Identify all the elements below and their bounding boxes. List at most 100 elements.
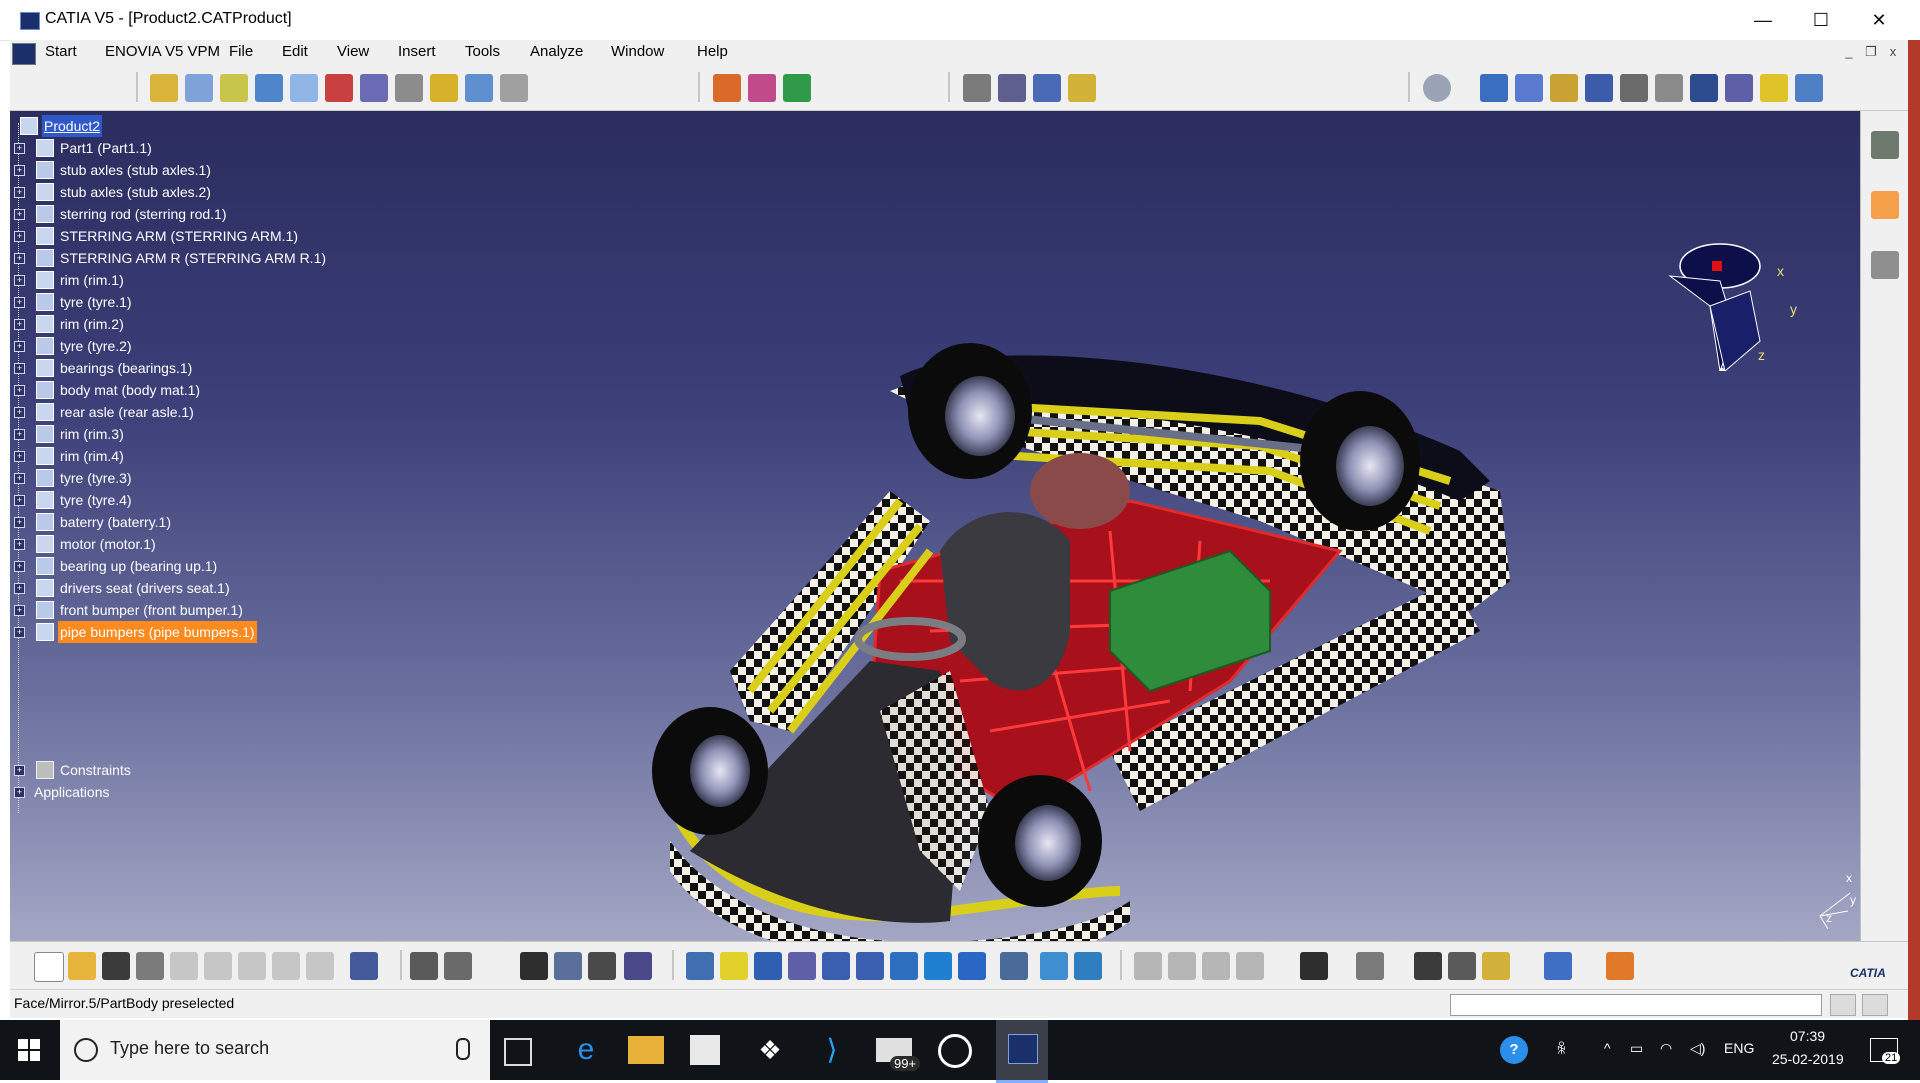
- zoom-out-icon[interactable]: [856, 952, 884, 980]
- command-history-button[interactable]: [1862, 994, 1888, 1016]
- update-all-icon[interactable]: [1423, 74, 1451, 102]
- people-icon[interactable]: ꆜ: [1556, 1040, 1567, 1058]
- minimize-button[interactable]: —: [1734, 0, 1792, 40]
- sectioning-icon[interactable]: [1448, 952, 1476, 980]
- law-icon[interactable]: [588, 952, 616, 980]
- existing-component-icon[interactable]: [255, 74, 283, 102]
- normal-view-icon[interactable]: [890, 952, 918, 980]
- grid-icon[interactable]: [1606, 952, 1634, 980]
- expand-icon[interactable]: +: [14, 253, 25, 264]
- graph-tree-reorder-icon[interactable]: [325, 74, 353, 102]
- zoom-in-icon[interactable]: [822, 952, 850, 980]
- expand-icon[interactable]: +: [14, 297, 25, 308]
- network-icon[interactable]: ◠: [1660, 1040, 1672, 1057]
- sketch-tools-icon[interactable]: [1871, 251, 1899, 279]
- language-indicator[interactable]: ENG: [1724, 1040, 1754, 1056]
- menu-window[interactable]: Window: [611, 43, 664, 60]
- command-input[interactable]: [1450, 994, 1822, 1016]
- clash-icon[interactable]: [1202, 952, 1230, 980]
- visual-studio-icon[interactable]: ⟩: [814, 1032, 850, 1068]
- generate-numbering-icon[interactable]: [360, 74, 388, 102]
- assembly-features-icon[interactable]: [713, 74, 741, 102]
- angle-constraint-icon[interactable]: [1585, 74, 1613, 102]
- maximize-button[interactable]: ☐: [1792, 0, 1850, 40]
- fly-mode-icon[interactable]: [686, 952, 714, 980]
- save-icon[interactable]: [102, 952, 130, 980]
- dropbox-icon[interactable]: ❖: [752, 1032, 788, 1068]
- doc-close-button[interactable]: x: [1884, 44, 1902, 62]
- product-structure-icon[interactable]: [150, 74, 178, 102]
- store-icon[interactable]: [690, 1035, 720, 1065]
- compute-clash-icon[interactable]: [1482, 952, 1510, 980]
- catalog-browser-icon[interactable]: [520, 952, 548, 980]
- doc-minimize-button[interactable]: _: [1840, 44, 1858, 62]
- media-player-icon[interactable]: [938, 1034, 972, 1068]
- expand-icon[interactable]: +: [14, 627, 25, 638]
- taskbar-search[interactable]: Type here to search: [60, 1020, 490, 1080]
- select-icon[interactable]: [1871, 191, 1899, 219]
- expand-icon[interactable]: +: [14, 275, 25, 286]
- microphone-icon[interactable]: [456, 1038, 470, 1060]
- capture-icon[interactable]: [1300, 952, 1328, 980]
- manipulation-icon[interactable]: [963, 74, 991, 102]
- expand-icon[interactable]: +: [14, 517, 25, 528]
- redo-icon[interactable]: [306, 952, 334, 980]
- expand-icon[interactable]: +: [14, 209, 25, 220]
- new-icon[interactable]: [34, 952, 64, 982]
- expand-icon[interactable]: +: [14, 561, 25, 572]
- expand-icon[interactable]: +: [14, 385, 25, 396]
- reuse-pattern-icon[interactable]: [1795, 74, 1823, 102]
- knowledge-advisor-icon[interactable]: [444, 952, 472, 980]
- paste-icon[interactable]: [238, 952, 266, 980]
- stop-manipulate-icon[interactable]: [1068, 74, 1096, 102]
- expand-icon[interactable]: +: [14, 451, 25, 462]
- selective-load-icon[interactable]: [395, 74, 423, 102]
- expand-icon[interactable]: +: [14, 187, 25, 198]
- multi-view-toggle-icon[interactable]: [924, 952, 952, 980]
- catalog-icon[interactable]: [1356, 952, 1384, 980]
- volume-icon[interactable]: ◁): [1690, 1040, 1705, 1057]
- menu-view[interactable]: View: [337, 43, 369, 60]
- expand-icon[interactable]: +: [14, 495, 25, 506]
- section-icon[interactable]: [1236, 952, 1264, 980]
- expand-icon[interactable]: +: [14, 787, 25, 798]
- expand-icon[interactable]: +: [14, 143, 25, 154]
- expand-icon[interactable]: +: [14, 341, 25, 352]
- split-icon[interactable]: [748, 74, 776, 102]
- rotate-icon[interactable]: [788, 952, 816, 980]
- expand-icon[interactable]: +: [14, 319, 25, 330]
- menu-help[interactable]: Help: [697, 43, 728, 60]
- expand-icon[interactable]: +: [14, 539, 25, 550]
- menu-start[interactable]: Start: [45, 43, 77, 60]
- multi-instantiation-icon[interactable]: [465, 74, 493, 102]
- file-explorer-icon[interactable]: [628, 1036, 664, 1064]
- menu-enovia[interactable]: ENOVIA V5 VPM: [105, 43, 220, 60]
- scene-icon[interactable]: [1168, 952, 1196, 980]
- menu-insert[interactable]: Insert: [398, 43, 436, 60]
- replace-component-icon[interactable]: [290, 74, 318, 102]
- manage-representations-icon[interactable]: [430, 74, 458, 102]
- menu-tools[interactable]: Tools: [465, 43, 500, 60]
- print-icon[interactable]: [136, 952, 164, 980]
- menu-edit[interactable]: Edit: [282, 43, 308, 60]
- change-constraint-icon[interactable]: [1760, 74, 1788, 102]
- gokart-model[interactable]: [570, 251, 1530, 941]
- task-view-icon[interactable]: [504, 1038, 532, 1066]
- hole-icon[interactable]: [783, 74, 811, 102]
- material-icon[interactable]: [1544, 952, 1572, 980]
- expand-icon[interactable]: +: [14, 363, 25, 374]
- distance-analysis-icon[interactable]: [1414, 952, 1442, 980]
- expand-icon[interactable]: +: [14, 429, 25, 440]
- catia-logo-icon[interactable]: [12, 43, 36, 65]
- copy-icon[interactable]: [204, 952, 232, 980]
- offset-constraint-icon[interactable]: [1550, 74, 1578, 102]
- multi-view-icon[interactable]: [1871, 131, 1899, 159]
- 3d-viewport[interactable]: Product2 + Part1 (Part1.1) + stub axles (st…: [10, 111, 1860, 941]
- explode-icon[interactable]: [1033, 74, 1061, 102]
- quick-constraint-icon[interactable]: [1690, 74, 1718, 102]
- undo-icon[interactable]: [272, 952, 300, 980]
- expand-icon[interactable]: +: [14, 583, 25, 594]
- measure-icon[interactable]: [624, 952, 652, 980]
- insert-part-icon[interactable]: [220, 74, 248, 102]
- coincidence-constraint-icon[interactable]: [1480, 74, 1508, 102]
